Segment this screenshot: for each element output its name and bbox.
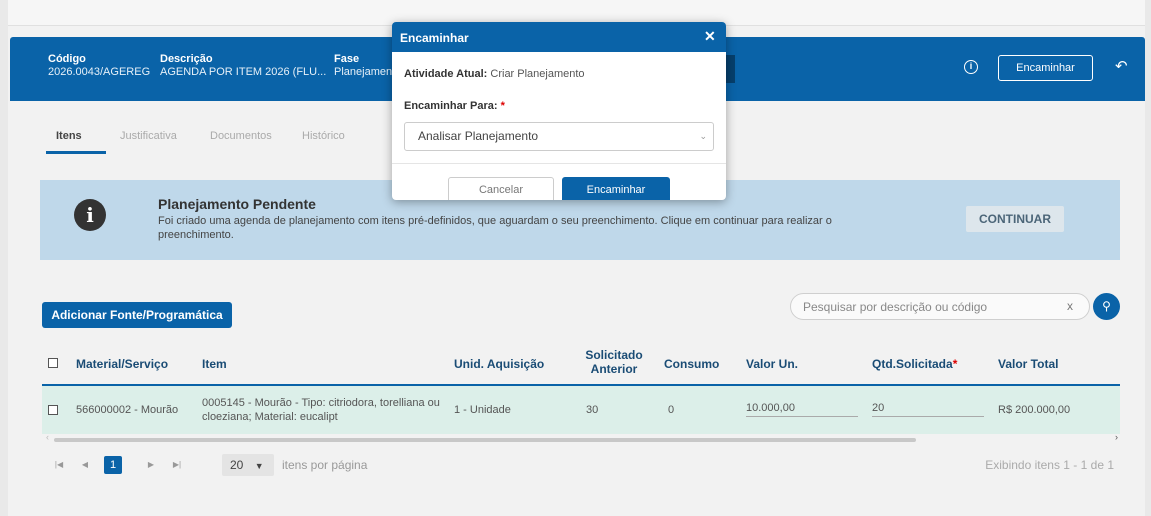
search-icon[interactable]: ⚲ (1093, 293, 1120, 320)
close-icon[interactable]: ✕ (704, 28, 716, 45)
fase-field: Fase Planejamen (334, 53, 392, 78)
select-value: Analisar Planejamento (418, 129, 539, 143)
info-circle-icon: i (74, 199, 106, 231)
pagination: |◀ ◀ 1 ▶ ▶| 20 ▼ itens por página Exibin… (50, 452, 1120, 478)
current-page[interactable]: 1 (104, 456, 122, 474)
modal-title: Encaminhar (400, 31, 469, 45)
col-item[interactable]: Item (202, 357, 227, 371)
cell-item: 0005145 - Mourão - Tipo: citriodora, tor… (202, 397, 440, 423)
page-size-label: itens por página (282, 458, 368, 472)
alert-text: Foi criado uma agenda de planejamento co… (158, 215, 832, 241)
atividade-label: Atividade Atual: (404, 68, 488, 80)
descricao-value: AGENDA POR ITEM 2026 (FLU... (160, 66, 327, 78)
undo-icon[interactable]: ↶ (1115, 57, 1128, 75)
modal-header: Encaminhar ✕ (392, 22, 726, 52)
header-encaminhar-button[interactable]: Encaminhar (998, 55, 1093, 81)
col-unid[interactable]: Unid. Aquisição (454, 357, 544, 371)
cell-unid: 1 - Unidade (454, 404, 511, 416)
row-checkbox[interactable] (48, 405, 58, 415)
clear-search-icon[interactable]: x (1067, 299, 1073, 313)
col-qtd-label: Qtd.Solicitada (872, 357, 953, 371)
codigo-value: 2026.0043/AGEREG (48, 66, 151, 78)
fase-value: Planejamen (334, 66, 393, 78)
valor-un-input[interactable]: 10.000,00 (746, 402, 858, 417)
descricao-label: Descrição (160, 53, 213, 65)
page-size-value: 20 (230, 458, 244, 472)
search-input[interactable]: Pesquisar por descrição ou código x (790, 293, 1090, 320)
encaminhar-para-text: Encaminhar Para: (404, 100, 498, 112)
pagination-info: Exibindo itens 1 - 1 de 1 (985, 458, 1114, 472)
col-consumo[interactable]: Consumo (664, 357, 719, 371)
add-fonte-button[interactable]: Adicionar Fonte/Programática (42, 302, 232, 328)
cancel-button[interactable]: Cancelar (448, 177, 554, 200)
prev-page-icon[interactable]: ◀ (76, 456, 94, 474)
page-size-select[interactable]: 20 ▼ (222, 454, 274, 476)
codigo-label: Código (48, 53, 86, 65)
col-qtd-solicitada[interactable]: Qtd.Solicitada* (872, 357, 957, 371)
chevron-down-icon: ▼ (254, 461, 264, 471)
cell-consumo: 0 (668, 404, 675, 416)
items-table: Material/Serviço Item Unid. Aquisição So… (42, 340, 1120, 434)
active-tab-indicator (46, 151, 106, 154)
modal-divider (392, 163, 726, 164)
last-page-icon[interactable]: ▶| (168, 456, 186, 474)
horizontal-scrollbar[interactable]: ‹ › (46, 432, 1118, 442)
search-placeholder: Pesquisar por descrição ou código (803, 300, 988, 314)
codigo-field: Código 2026.0043/AGEREG (48, 53, 150, 78)
atividade-value: Criar Planejamento (490, 68, 585, 80)
info-icon[interactable]: i (964, 60, 978, 74)
continuar-button[interactable]: CONTINUAR (966, 206, 1064, 232)
select-all-checkbox[interactable] (48, 358, 58, 368)
scroll-right-icon[interactable]: › (1115, 432, 1118, 442)
encaminhar-button[interactable]: Encaminhar (562, 177, 670, 200)
fase-label: Fase (334, 53, 360, 65)
atividade-atual: Atividade Atual: Criar Planejamento (404, 68, 585, 80)
table-row[interactable]: 566000002 - Mourão 0005145 - Mourão - Ti… (42, 386, 1120, 434)
col-material[interactable]: Material/Serviço (76, 357, 168, 371)
header-dark-segment (726, 55, 735, 83)
tab-historico[interactable]: Histórico (302, 130, 345, 142)
qtd-solicitada-input[interactable]: 20 (872, 402, 984, 417)
alert-title: Planejamento Pendente (158, 196, 316, 212)
col-solicitado-anterior[interactable]: Solicitado Anterior (579, 348, 649, 376)
scrollbar-thumb[interactable] (54, 438, 916, 442)
chevron-down-icon: ⌄ (699, 131, 707, 141)
col-valor-total[interactable]: Valor Total (998, 357, 1058, 371)
first-page-icon[interactable]: |◀ (50, 456, 68, 474)
col-valor-un[interactable]: Valor Un. (746, 357, 798, 371)
tab-justificativa[interactable]: Justificativa (120, 130, 177, 142)
required-mark: * (952, 357, 958, 371)
encaminhar-para-label: Encaminhar Para: * (404, 100, 505, 112)
encaminhar-para-select[interactable]: Analisar Planejamento ⌄ (404, 122, 714, 151)
table-header: Material/Serviço Item Unid. Aquisição So… (42, 340, 1120, 386)
tab-itens[interactable]: Itens (56, 130, 82, 142)
scroll-left-icon[interactable]: ‹ (46, 432, 49, 442)
cell-solicitado-anterior: 30 (586, 404, 599, 416)
cell-material: 566000002 - Mourão (76, 404, 179, 416)
required-mark: * (500, 100, 505, 112)
next-page-icon[interactable]: ▶ (142, 456, 160, 474)
cell-valor-total: R$ 200.000,00 (998, 404, 1071, 416)
tab-documentos[interactable]: Documentos (210, 130, 272, 142)
descricao-field: Descrição AGENDA POR ITEM 2026 (FLU... (160, 53, 326, 78)
encaminhar-modal: Encaminhar ✕ Atividade Atual: Criar Plan… (392, 22, 726, 200)
